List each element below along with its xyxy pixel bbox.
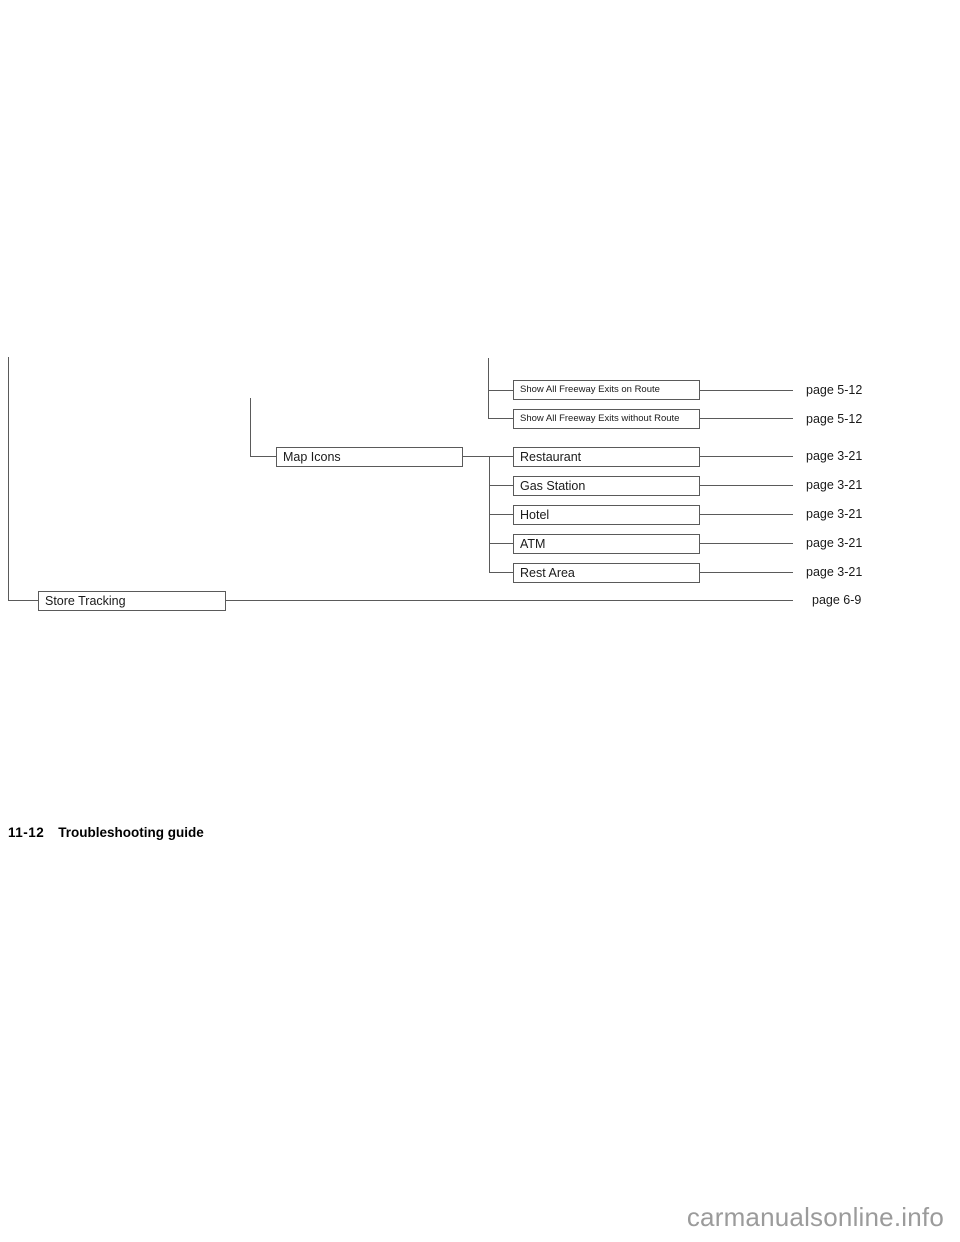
connector-store-tracking-in xyxy=(8,600,38,601)
page-ref-rest-area[interactable]: page 3-21 xyxy=(806,566,862,579)
page-ref-restaurant[interactable]: page 3-21 xyxy=(806,450,862,463)
manual-page: Show All Freeway Exits on Route Show All… xyxy=(0,0,960,1242)
node-label: Restaurant xyxy=(520,449,582,464)
leader-line-rest-area xyxy=(700,572,793,573)
node-atm[interactable]: ATM xyxy=(513,534,700,554)
node-store-tracking[interactable]: Store Tracking xyxy=(38,591,226,611)
node-map-icons[interactable]: Map Icons xyxy=(276,447,463,467)
node-restaurant[interactable]: Restaurant xyxy=(513,447,700,467)
leader-line-restaurant xyxy=(700,456,793,457)
page-ref-gas-station[interactable]: page 3-21 xyxy=(806,479,862,492)
page-ref-freeway-on-route[interactable]: page 5-12 xyxy=(806,384,862,397)
connector-rest-area-in xyxy=(489,572,514,573)
connector-atm-in xyxy=(489,543,514,544)
connector-map-icons-in xyxy=(250,456,276,457)
page-folio-number: 11-12 xyxy=(8,825,45,840)
leader-line-hotel xyxy=(700,514,793,515)
node-label: Gas Station xyxy=(520,478,586,493)
page-ref-hotel[interactable]: page 3-21 xyxy=(806,508,862,521)
node-label: Map Icons xyxy=(283,449,341,464)
connector-restaurant-in xyxy=(489,456,514,457)
page-ref-atm[interactable]: page 3-21 xyxy=(806,537,862,550)
site-watermark: carmanualsonline.info xyxy=(686,1202,944,1232)
connector-freeway-on-route-in xyxy=(488,390,513,391)
connector-hotel-in xyxy=(489,514,514,515)
node-label: Show All Freeway Exits on Route xyxy=(520,384,660,396)
node-label: Store Tracking xyxy=(45,593,126,608)
page-footer: 11-12 Troubleshooting guide xyxy=(8,825,204,840)
leader-line-store-tracking xyxy=(226,600,793,601)
connector-freeway-without-route-in xyxy=(488,418,513,419)
node-gas-station[interactable]: Gas Station xyxy=(513,476,700,496)
chapter-title: Troubleshooting guide xyxy=(58,825,204,840)
trunk-line-left xyxy=(8,357,9,601)
leader-line-gas-station xyxy=(700,485,793,486)
node-rest-area[interactable]: Rest Area xyxy=(513,563,700,583)
trunk-line-map-icons xyxy=(250,398,251,457)
page-ref-store-tracking[interactable]: page 6-9 xyxy=(812,594,861,607)
node-label: Rest Area xyxy=(520,565,575,580)
node-label: ATM xyxy=(520,536,546,551)
node-label: Show All Freeway Exits without Route xyxy=(520,413,680,425)
node-label: Hotel xyxy=(520,507,550,522)
node-hotel[interactable]: Hotel xyxy=(513,505,700,525)
node-show-all-freeway-exits-without-route[interactable]: Show All Freeway Exits without Route xyxy=(513,409,700,429)
connector-map-icons-out xyxy=(463,456,489,457)
leader-line-atm xyxy=(700,543,793,544)
node-show-all-freeway-exits-on-route[interactable]: Show All Freeway Exits on Route xyxy=(513,380,700,400)
trunk-line-freeway-exits xyxy=(488,358,489,419)
page-ref-freeway-without-route[interactable]: page 5-12 xyxy=(806,413,862,426)
leader-line-freeway-on-route xyxy=(700,390,793,391)
connector-gas-station-in xyxy=(489,485,514,486)
leader-line-freeway-without-route xyxy=(700,418,793,419)
